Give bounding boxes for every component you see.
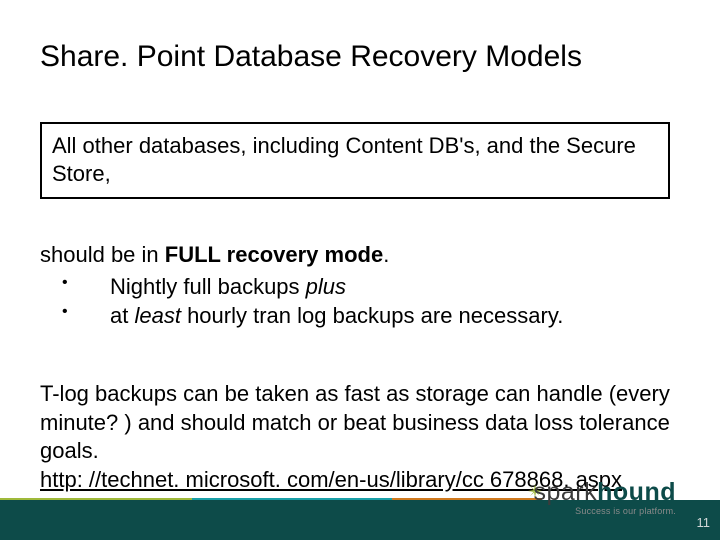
- body1-pre: should be in: [40, 242, 165, 267]
- body1-strong: FULL recovery mode: [165, 242, 383, 267]
- body-section-1: should be in FULL recovery mode. Nightly…: [40, 240, 680, 331]
- logo-text: sparkhound: [534, 478, 677, 507]
- slide-title: Share. Point Database Recovery Models: [40, 40, 700, 74]
- bullet-item: at least hourly tran log backups are nec…: [40, 301, 680, 331]
- logo-part2: hound: [597, 478, 676, 506]
- logo: sparkhound Success is our platform.: [534, 478, 677, 516]
- logo-tagline: Success is our platform.: [534, 506, 677, 516]
- bullet1-em: plus: [306, 274, 346, 299]
- slide: Share. Point Database Recovery Models Al…: [0, 0, 720, 540]
- highlight-box: All other databases, including Content D…: [40, 122, 670, 199]
- page-number: 11: [697, 515, 711, 530]
- bullet2-post: hourly tran log backups are necessary.: [181, 303, 563, 328]
- logo-part1: spark: [534, 478, 598, 506]
- bullet2-em: least: [134, 303, 180, 328]
- bullet-item: Nightly full backups plus: [40, 272, 680, 302]
- bullet1-pre: Nightly full backups: [110, 274, 306, 299]
- bullet-list: Nightly full backups plus at least hourl…: [40, 272, 680, 331]
- body1-post: .: [383, 242, 389, 267]
- body2-text: T-log backups can be taken as fast as st…: [40, 381, 670, 463]
- bullet2-pre: at: [110, 303, 134, 328]
